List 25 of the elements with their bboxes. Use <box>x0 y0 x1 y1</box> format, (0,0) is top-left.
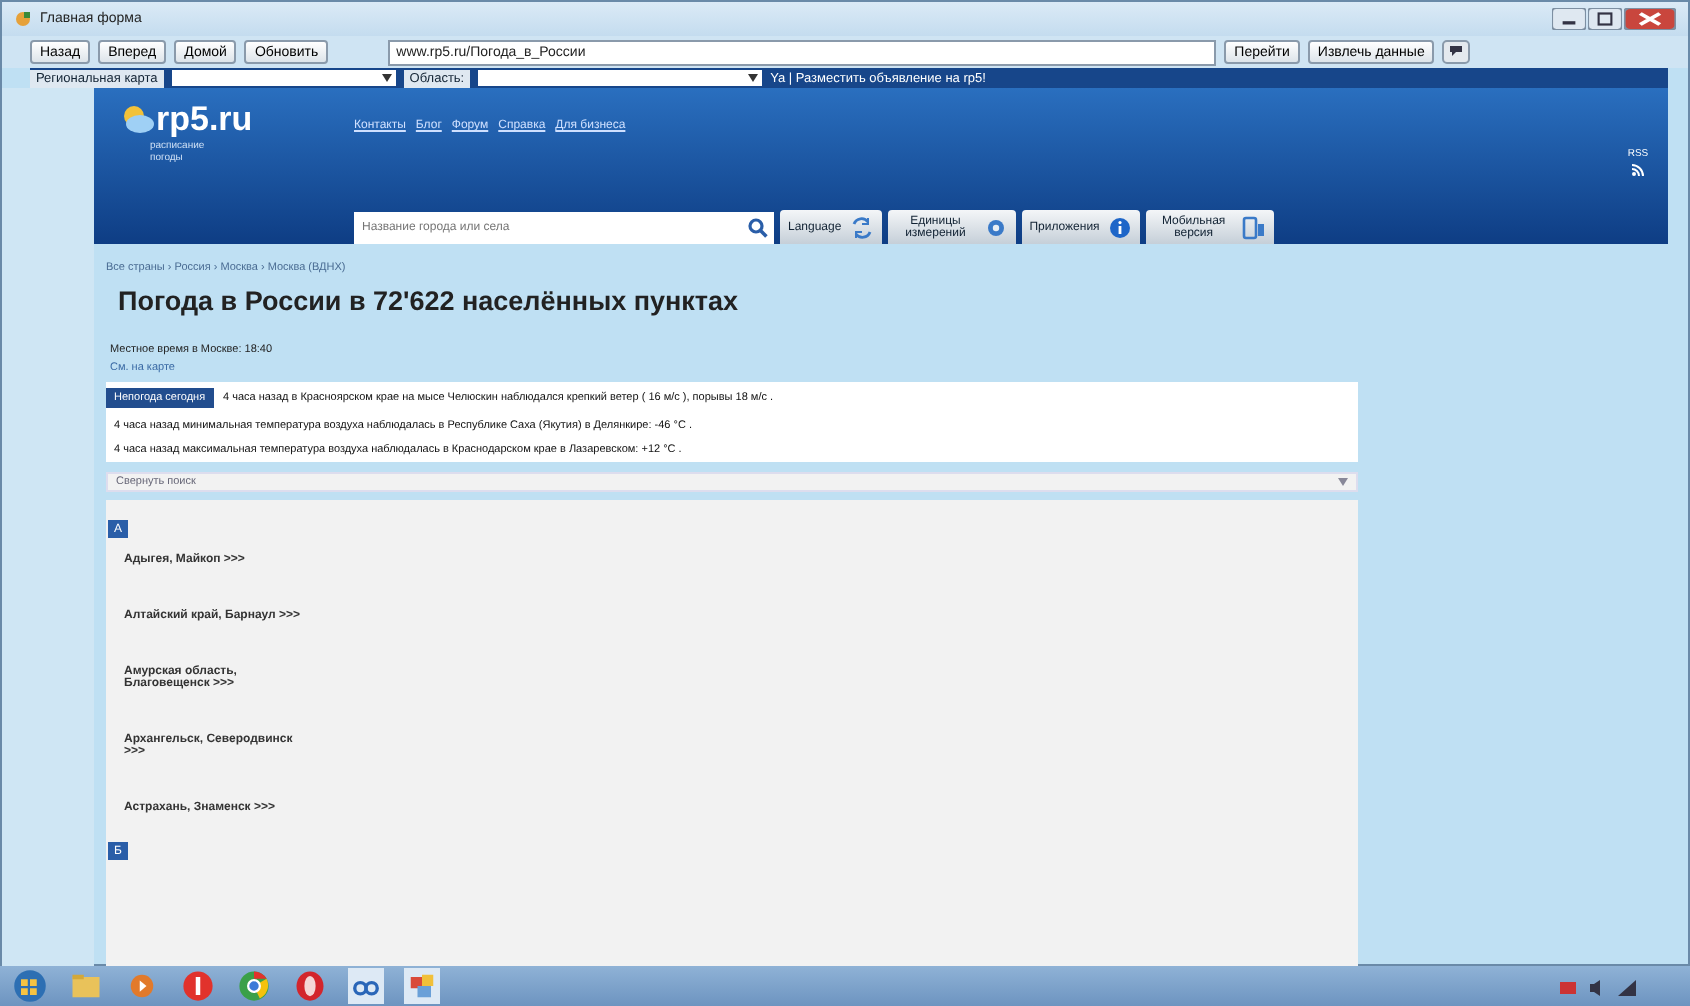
close-button[interactable] <box>1624 8 1676 30</box>
app-icon[interactable] <box>404 968 440 1004</box>
network-icon[interactable] <box>348 968 384 1004</box>
refresh-icon <box>849 215 874 239</box>
phone-icon <box>1241 215 1266 239</box>
site-logo[interactable]: rp5.ru <box>156 100 253 140</box>
browser-icon[interactable] <box>236 968 272 1004</box>
maximize-button[interactable] <box>1588 8 1622 30</box>
caret-icon <box>748 74 759 82</box>
minimize-button[interactable] <box>1552 8 1586 30</box>
search-icon[interactable] <box>748 218 768 238</box>
app-icon <box>14 10 32 28</box>
start-button[interactable] <box>12 968 48 1004</box>
page-heading: Погода в России в 72'622 населённых пунктах <box>118 286 741 316</box>
rss-icon[interactable] <box>1632 164 1644 176</box>
browser-icon[interactable] <box>180 968 216 1004</box>
caret-icon <box>381 74 392 82</box>
info-icon <box>1107 215 1132 239</box>
cloud-sun-icon <box>122 104 154 136</box>
browser-icon[interactable] <box>292 968 328 1004</box>
search-button[interactable] <box>742 212 774 244</box>
chat-icon[interactable] <box>1442 40 1471 64</box>
caret-icon <box>1338 478 1348 486</box>
network-status-icon[interactable] <box>1616 975 1638 997</box>
gear-icon <box>983 215 1008 239</box>
